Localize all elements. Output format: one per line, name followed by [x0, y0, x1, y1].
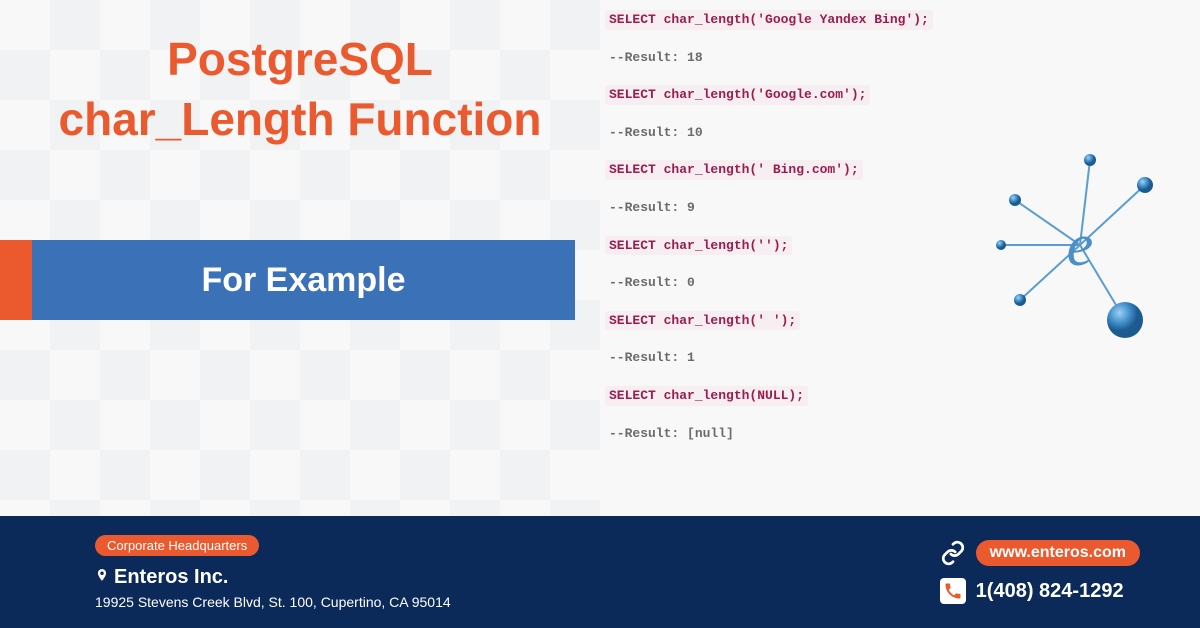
result-line: --Result: 18: [605, 48, 975, 68]
footer: Corporate Headquarters Enteros Inc. 1992…: [0, 516, 1200, 628]
website-row[interactable]: www.enteros.com: [940, 540, 1140, 566]
result-line: --Result: 10: [605, 123, 975, 143]
company-address: 19925 Stevens Creek Blvd, St. 100, Cuper…: [95, 594, 451, 610]
code-line: SELECT char_length(' ');: [605, 311, 800, 331]
page-title: PostgreSQL char_Length Function: [50, 30, 550, 150]
footer-left: Corporate Headquarters Enteros Inc. 1992…: [95, 535, 451, 610]
title-line-2: char_Length Function: [59, 93, 542, 145]
company-name: Enteros Inc.: [114, 566, 228, 589]
code-examples: SELECT char_length('Google Yandex Bing')…: [605, 10, 975, 461]
hq-badge: Corporate Headquarters: [95, 535, 259, 556]
phone-text: 1(408) 824-1292: [976, 580, 1124, 603]
link-icon: [940, 540, 966, 566]
code-line: SELECT char_length(' Bing.com');: [605, 160, 863, 180]
code-line: SELECT char_length('');: [605, 236, 792, 256]
enteros-logo: e: [995, 145, 1165, 345]
svg-text:e: e: [1067, 212, 1094, 278]
banner-accent: [0, 240, 32, 320]
title-line-1: PostgreSQL: [167, 33, 433, 85]
code-line: SELECT char_length('Google Yandex Bing')…: [605, 10, 933, 30]
website-text: www.enteros.com: [976, 540, 1140, 566]
company-row: Enteros Inc.: [95, 566, 451, 590]
result-line: --Result: 9: [605, 198, 975, 218]
phone-row[interactable]: 1(408) 824-1292: [940, 578, 1140, 604]
example-banner: For Example: [0, 240, 575, 320]
result-line: --Result: [null]: [605, 424, 975, 444]
code-line: SELECT char_length(NULL);: [605, 386, 808, 406]
code-line: SELECT char_length('Google.com');: [605, 85, 870, 105]
map-pin-icon: [95, 566, 109, 590]
result-line: --Result: 0: [605, 273, 975, 293]
result-line: --Result: 1: [605, 348, 975, 368]
phone-icon: [940, 578, 966, 604]
footer-right: www.enteros.com 1(408) 824-1292: [940, 540, 1140, 604]
banner-label: For Example: [32, 240, 575, 320]
